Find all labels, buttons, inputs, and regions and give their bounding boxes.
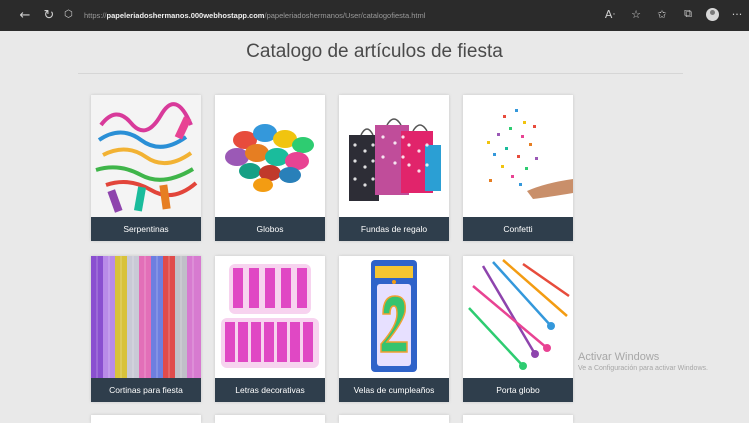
partial-card-image xyxy=(215,415,325,423)
catalog-card-partial[interactable] xyxy=(463,415,573,423)
catalog-card-label[interactable]: Fundas de regalo xyxy=(339,217,449,241)
url-domain: papeleriadoshermanos.000webhostapp.com xyxy=(106,11,265,20)
balloon-sticks-image xyxy=(463,256,573,378)
catalog-card-porta-globo[interactable]: Porta globo xyxy=(463,256,573,402)
catalog-card-confetti[interactable]: Confetti xyxy=(463,95,573,241)
profile-avatar-icon[interactable] xyxy=(706,7,719,21)
collections-icon[interactable]: ✩ xyxy=(654,8,670,21)
confetti-image xyxy=(463,95,573,217)
catalog-card-label[interactable]: Globos xyxy=(215,217,325,241)
number-candle-image xyxy=(339,256,449,378)
gift-bags-image xyxy=(339,95,449,217)
partial-card-image xyxy=(339,415,449,423)
tabs-icon[interactable]: ⧉ xyxy=(680,7,696,21)
favorite-icon[interactable]: ☆ xyxy=(628,8,644,21)
catalog-card-serpentinas[interactable]: Serpentinas xyxy=(91,95,201,241)
url-protocol: https:// xyxy=(84,11,107,20)
catalog-card-label[interactable]: Velas de cumpleaños xyxy=(339,378,449,402)
catalog-card-fundas-de-regalo[interactable]: Fundas de regalo xyxy=(339,95,449,241)
catalog-card-partial[interactable] xyxy=(215,415,325,423)
url-path: /papeleriadoshermanos/User/catalogofiest… xyxy=(264,11,426,20)
url-text[interactable]: https://papeleriadoshermanos.000webhosta… xyxy=(84,11,425,20)
windows-activation-watermark: Activar Windows Ve a Configuración para … xyxy=(578,351,708,372)
catalog-card-label[interactable]: Confetti xyxy=(463,217,573,241)
watermark-subtitle: Ve a Configuración para activar Windows. xyxy=(578,365,708,372)
reload-icon[interactable]: ↻ xyxy=(40,8,58,23)
browser-toolbar: ← ↻ ⬡ https://papeleriadoshermanos.000we… xyxy=(0,0,749,31)
happy-birthday-letters-image xyxy=(215,256,325,378)
catalog-card-partial[interactable] xyxy=(91,415,201,423)
catalog-card-partial[interactable] xyxy=(339,415,449,423)
catalog-card-cortinas-para-fiesta[interactable]: Cortinas para fiesta xyxy=(91,256,201,402)
partial-card-image xyxy=(91,415,201,423)
toolbar-actions: Aᐧ ☆ ✩ ⧉ ··· xyxy=(602,7,745,21)
page-title: Catalogo de artículos de fiesta xyxy=(246,41,503,62)
serpentine-streamers-image xyxy=(91,95,201,217)
catalog-card-letras-decorativas[interactable]: Letras decorativas xyxy=(215,256,325,402)
more-icon[interactable]: ··· xyxy=(729,8,745,21)
catalog-card-label[interactable]: Serpentinas xyxy=(91,217,201,241)
address-bar[interactable]: ⬡ https://papeleriadoshermanos.000webhos… xyxy=(64,5,594,26)
watermark-title: Activar Windows xyxy=(578,351,660,363)
catalog-card-label[interactable]: Porta globo xyxy=(463,378,573,402)
catalog-card-globos[interactable]: Globos xyxy=(215,95,325,241)
foil-curtains-image xyxy=(91,256,201,378)
lock-icon[interactable]: ⬡ xyxy=(64,9,78,23)
catalog-card-label[interactable]: Cortinas para fiesta xyxy=(91,378,201,402)
back-arrow-icon[interactable]: ← xyxy=(16,8,34,23)
title-divider xyxy=(78,73,683,74)
catalog-card-velas-de-cumpleanos[interactable]: Velas de cumpleaños xyxy=(339,256,449,402)
partial-card-image xyxy=(463,415,573,423)
read-aloud-icon[interactable]: Aᐧ xyxy=(602,8,618,21)
catalog-card-label[interactable]: Letras decorativas xyxy=(215,378,325,402)
balloons-image xyxy=(215,95,325,217)
